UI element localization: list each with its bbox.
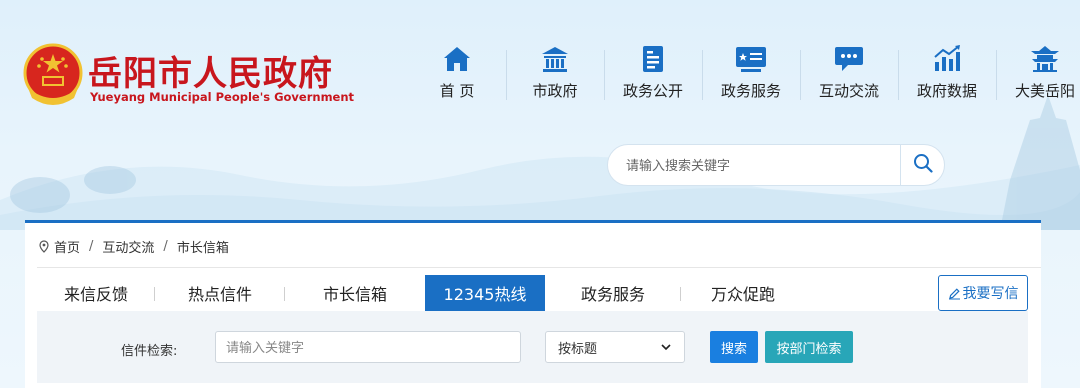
national-emblem-logo[interactable]: [22, 42, 84, 108]
nav-item-gov-data[interactable]: 政府数据: [898, 44, 996, 106]
nav-item-city-government[interactable]: 市政府: [506, 44, 604, 106]
content-panel: 首页 / 互动交流 / 市长信箱 来信反馈 热点信件 市长信箱 12345热线 …: [25, 220, 1041, 388]
select-value: 按标题: [558, 341, 598, 357]
letter-search-button[interactable]: 搜索: [710, 331, 758, 363]
pavilion-icon: [1028, 44, 1062, 74]
tab-mayor-mailbox[interactable]: 市长信箱: [285, 275, 425, 311]
letter-search-bar: 信件检索: 按标题 搜索 按部门检索: [37, 311, 1028, 383]
tab-gov-services[interactable]: 政务服务: [545, 275, 681, 311]
breadcrumb-divider: [37, 267, 1041, 268]
tab-letter-feedback[interactable]: 来信反馈: [37, 275, 155, 311]
nav-item-home[interactable]: 首 页: [408, 44, 506, 106]
breadcrumb-mayor-mailbox[interactable]: 市长信箱: [177, 237, 229, 256]
nav-label: 首 页: [439, 82, 475, 100]
document-icon: [636, 44, 670, 74]
write-letter-label: 我要写信: [962, 286, 1019, 302]
breadcrumb-separator: /: [163, 239, 168, 254]
chat-bubble-icon: [832, 44, 866, 74]
location-pin-icon: [39, 240, 49, 253]
search-input[interactable]: [626, 154, 896, 176]
nav-label: 政务服务: [720, 82, 781, 100]
search-button[interactable]: [900, 145, 944, 185]
site-search: [607, 144, 945, 186]
main-nav: 首 页 市政府 政务公开 政务服务 互动交流 政府数据 大美岳阳: [408, 44, 1080, 106]
home-icon: [440, 44, 474, 74]
chevron-down-icon: [660, 341, 672, 357]
breadcrumb-interaction[interactable]: 互动交流: [102, 237, 154, 256]
government-building-icon: [538, 44, 572, 74]
tab-12345-hotline[interactable]: 12345热线: [425, 275, 545, 311]
nav-label: 政务公开: [622, 82, 683, 100]
search-icon: [913, 153, 933, 177]
keyword-input[interactable]: [215, 331, 521, 363]
tab-bar: 来信反馈 热点信件 市长信箱 12345热线 政务服务 万众促跑: [37, 275, 805, 311]
write-letter-button[interactable]: 我要写信: [938, 275, 1028, 311]
search-field-select[interactable]: 按标题: [545, 331, 685, 363]
tab-mass-running[interactable]: 万众促跑: [681, 275, 805, 311]
nav-item-gov-affairs-open[interactable]: 政务公开: [604, 44, 702, 106]
site-subtitle: Yueyang Municipal People's Government: [90, 90, 355, 104]
letter-search-label: 信件检索:: [121, 344, 178, 359]
nav-label: 政府数据: [916, 82, 977, 100]
tab-hot-letters[interactable]: 热点信件: [155, 275, 285, 311]
nav-item-interaction[interactable]: 互动交流: [800, 44, 898, 106]
search-by-department-button[interactable]: 按部门检索: [765, 331, 853, 363]
nav-label: 市政府: [532, 82, 578, 100]
nav-item-beautiful-yueyang[interactable]: 大美岳阳: [996, 44, 1080, 106]
site-title: 岳阳市人民政府: [88, 54, 333, 94]
background-decoration: [0, 95, 1080, 230]
nav-label: 大美岳阳: [1014, 82, 1075, 100]
breadcrumb-home[interactable]: 首页: [54, 237, 80, 256]
breadcrumb-separator: /: [89, 239, 94, 254]
nav-label: 互动交流: [818, 82, 879, 100]
breadcrumb: 首页 / 互动交流 / 市长信箱: [39, 237, 229, 256]
service-card-icon: [734, 44, 768, 74]
pen-icon: [948, 287, 961, 300]
nav-item-gov-services[interactable]: 政务服务: [702, 44, 800, 106]
bar-chart-icon: [930, 44, 964, 74]
